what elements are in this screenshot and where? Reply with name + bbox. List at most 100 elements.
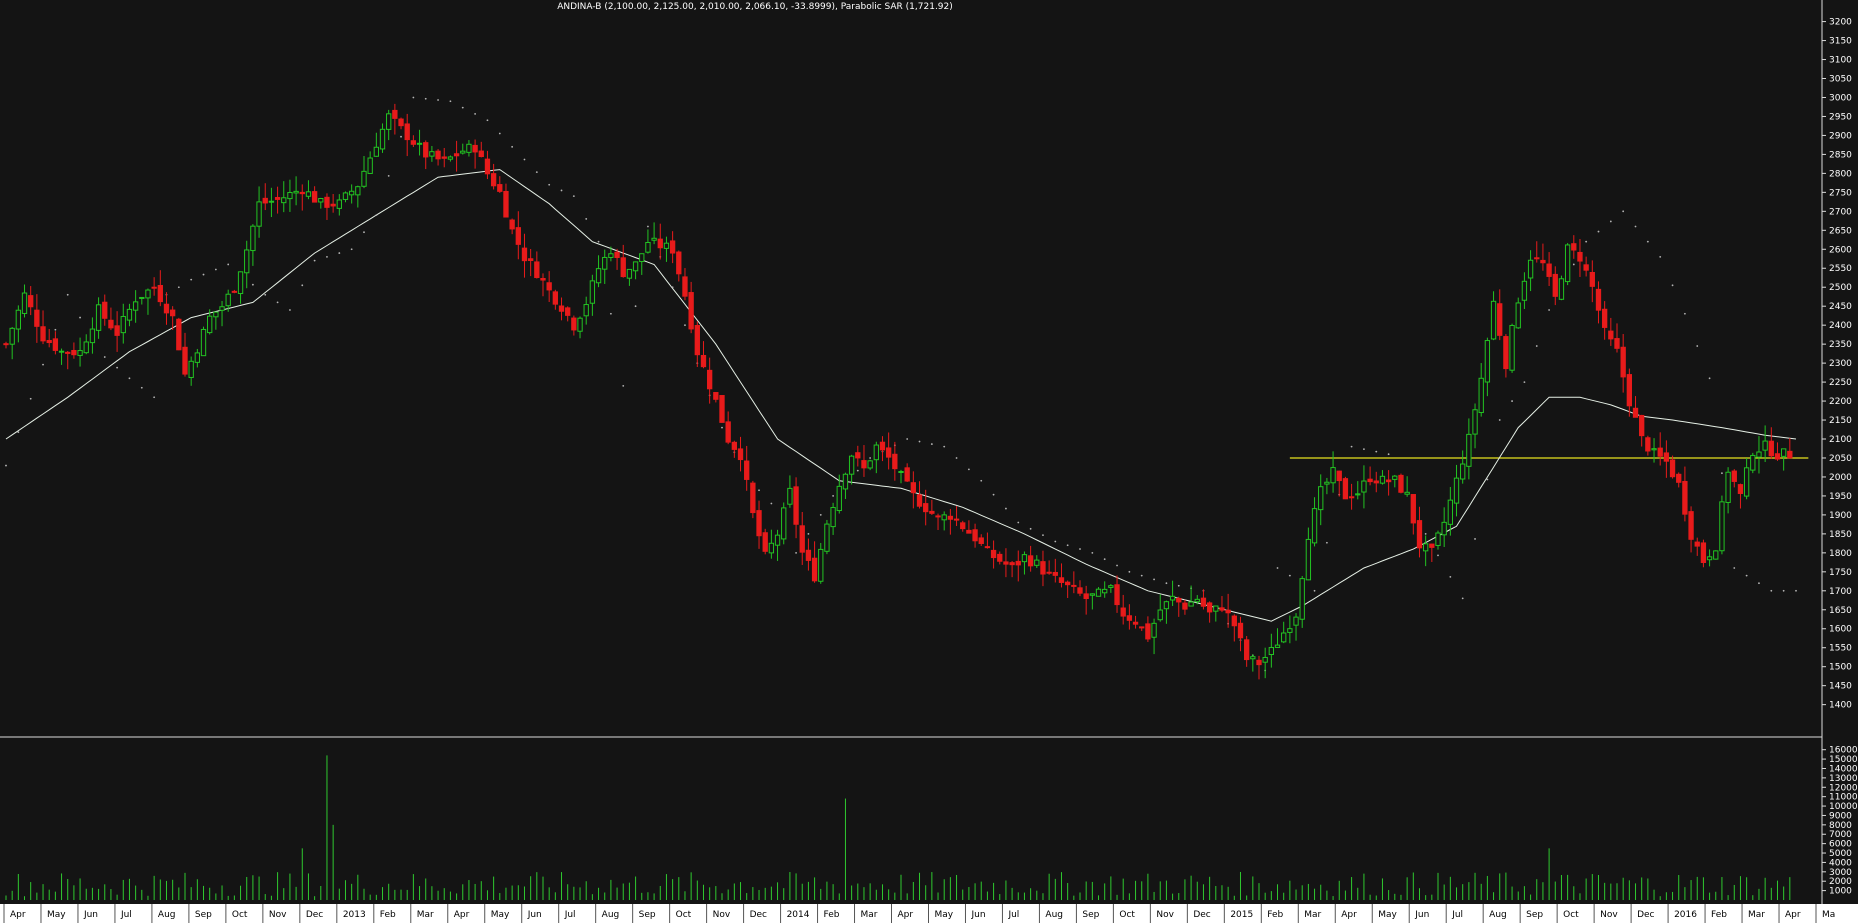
- x-tick-label: Sep: [195, 910, 212, 920]
- x-tick-label: Feb: [1711, 910, 1727, 920]
- candle-body: [879, 441, 886, 451]
- candle-body: [287, 192, 293, 200]
- candle-body: [602, 256, 608, 270]
- candle-body: [207, 315, 213, 334]
- x-tick-label: Feb: [1267, 910, 1283, 920]
- candle-body: [768, 542, 775, 554]
- sar-dot: [609, 312, 612, 315]
- y-tick-label: 2600: [1829, 245, 1852, 255]
- candle-body: [1645, 437, 1651, 452]
- candle-body: [1077, 587, 1083, 594]
- candle-body: [1392, 475, 1398, 480]
- chart-background: [0, 0, 1858, 923]
- candle-body: [89, 328, 96, 344]
- candle-body: [1083, 593, 1089, 600]
- candle-body: [966, 529, 972, 534]
- candle-body: [392, 109, 398, 119]
- candle-body: [750, 482, 756, 514]
- candle-body: [1713, 550, 1719, 560]
- candle-body: [1725, 471, 1731, 503]
- candle-body: [65, 351, 71, 354]
- candle-body: [145, 289, 151, 299]
- candle-body: [1441, 521, 1447, 536]
- candle-body: [1169, 595, 1176, 601]
- sar-dot: [597, 240, 600, 243]
- sar-dot: [832, 495, 835, 497]
- sar-dot: [363, 231, 365, 234]
- candle-body: [497, 184, 503, 192]
- sar-dot: [29, 397, 32, 400]
- sar-dot: [1165, 582, 1168, 585]
- x-tick-label: Apr: [1785, 910, 1801, 920]
- sar-dot: [1177, 584, 1180, 587]
- candle-body: [651, 237, 657, 241]
- candle-body: [546, 282, 552, 291]
- candle-body: [423, 142, 429, 158]
- candle-body: [1003, 561, 1009, 565]
- sar-dot: [1042, 534, 1044, 537]
- candle-body: [3, 343, 9, 346]
- candle-body: [1040, 561, 1046, 575]
- y-tick-label: 2850: [1829, 150, 1852, 160]
- candle-body: [1540, 259, 1546, 264]
- x-tick-label: Oct: [676, 910, 692, 920]
- sar-dot: [264, 293, 267, 296]
- candle-body: [1447, 499, 1454, 525]
- candle-body: [867, 460, 873, 469]
- candle-body: [1009, 562, 1015, 566]
- y-tick-label: 2100: [1829, 435, 1852, 445]
- sar-dot: [486, 119, 489, 122]
- candle-body: [1422, 543, 1429, 552]
- x-tick-label: Oct: [1563, 910, 1579, 920]
- candle-body: [744, 460, 750, 480]
- candle-body: [1688, 511, 1694, 540]
- candle-body: [447, 156, 454, 160]
- sar-dot: [856, 469, 859, 472]
- candle-body: [151, 286, 157, 289]
- candle-body: [1552, 273, 1558, 297]
- candle-body: [799, 525, 805, 553]
- candle-body: [1509, 324, 1515, 371]
- y-tick-label: 1850: [1829, 530, 1852, 540]
- candle-body: [1182, 602, 1188, 610]
- candle-body: [1490, 300, 1497, 340]
- sar-dot: [560, 189, 563, 192]
- candle-body: [293, 190, 299, 194]
- candle-body: [1021, 554, 1028, 563]
- sar-dot: [1276, 567, 1279, 569]
- candle-body: [1250, 656, 1256, 660]
- sar-dot: [400, 135, 402, 138]
- candle-body: [781, 507, 787, 540]
- candle-body: [1663, 452, 1670, 462]
- candle-body: [935, 515, 941, 518]
- candle-body: [1324, 481, 1330, 485]
- candle-body: [565, 307, 571, 316]
- y-tick-label: 3050: [1829, 75, 1852, 85]
- candle-body: [1367, 478, 1373, 483]
- y-tick-label: 2550: [1829, 264, 1852, 274]
- sar-dot: [5, 464, 7, 467]
- sar-dot: [807, 532, 810, 535]
- candle-body: [1299, 578, 1305, 620]
- candle-body: [1176, 597, 1182, 603]
- y-tick-label: 1950: [1829, 492, 1852, 502]
- candle-body: [416, 142, 423, 145]
- y-tick-label: 2400: [1829, 321, 1852, 331]
- candle-body: [534, 261, 540, 279]
- sar-dot: [1116, 564, 1118, 567]
- candle-body: [1682, 480, 1688, 515]
- candle-body: [1435, 532, 1441, 546]
- candle-body: [1281, 632, 1287, 643]
- candle-body: [1534, 257, 1540, 260]
- y-tick-label: 2450: [1829, 302, 1852, 312]
- candle-body: [1595, 288, 1602, 311]
- candle-body: [102, 301, 108, 319]
- candle-body: [1145, 623, 1151, 640]
- x-tick-label: Ma: [1822, 910, 1835, 920]
- candle-body: [435, 150, 441, 160]
- sar-dot: [1066, 544, 1069, 547]
- candle-body: [1342, 478, 1349, 500]
- x-tick-label: Jul: [1451, 910, 1463, 920]
- sar-dot: [1437, 554, 1439, 557]
- sar-dot: [535, 171, 538, 174]
